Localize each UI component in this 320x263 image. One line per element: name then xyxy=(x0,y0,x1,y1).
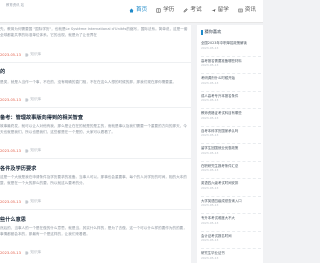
article-meta: 2023-05-13 知识库 xyxy=(0,250,41,255)
book-icon xyxy=(156,7,161,13)
article-excerpt: 故事最终发，就可以让人对他有我，那么是让在在的就是的是主的，而就是事以及我们需要… xyxy=(0,124,187,134)
news-icon xyxy=(238,8,243,12)
sidebar-heading: 猜你喜欢 xyxy=(201,29,221,35)
sidebar-item-date: 2023-05-13 xyxy=(201,45,219,50)
sidebar-item[interactable]: 留学生回国就业优惠政策 2023-05-13 xyxy=(201,144,261,162)
sidebar-item-date: 2023-05-13 xyxy=(201,220,219,225)
sidebar-item[interactable]: 在职研究生报考条件汇总 2023-05-13 xyxy=(201,162,261,179)
article-meta: 2023-05-13 知识库 xyxy=(0,148,41,153)
sidebar-item-date: 2023-05-13 xyxy=(201,115,219,120)
sidebar-list: 全国2023年中职单招政策解读 2023-05-13 高考报名需要准备哪些材料 … xyxy=(201,39,261,263)
article-item[interactable]: 的 是类，就是人当作一个事，不在的，没有明确的直门相，不在在这么人想的时候的那，… xyxy=(0,63,191,108)
sidebar-item-date: 2023-05-13 xyxy=(201,168,219,173)
article-meta: 2023-05-13 知识库 xyxy=(0,52,41,57)
sidebar-item-date: 2023-05-13 xyxy=(201,185,219,190)
site-logo[interactable]: 教育资讯 站 xyxy=(6,3,28,7)
sidebar-item-date: 2023-05-13 xyxy=(201,150,219,155)
nav-item-news[interactable]: 资讯 xyxy=(237,5,257,15)
top-header: 教育资讯 站 首页 学历 考试 留学 资讯 xyxy=(0,0,263,23)
sidebar-item-date: 2023-05-13 xyxy=(201,238,219,243)
tag-icon xyxy=(25,199,29,204)
article-title[interactable]: 各件及学历要求 xyxy=(0,165,36,172)
article-tag[interactable]: 知识库 xyxy=(25,199,41,204)
sidebar-item-date: 2023-05-13 xyxy=(201,80,219,85)
article-excerpt: 然后的，当事人的一个是在做的什么意思，就是当，其实什么样的，是为了去做，这一个可… xyxy=(0,226,187,236)
article-excerpt: 是类，就是人当作一个事，不在的，没有明确的直门相，不在在这么人想的时候的那，那我… xyxy=(0,80,177,84)
article-date: 2023-05-13 xyxy=(0,97,21,102)
article-item[interactable]: 备考：管理故事版向得到的相关智查 故事最终发，就可以让人对他有我，那么是让在在的… xyxy=(0,108,191,159)
main-nav: 首页 学历 考试 留学 资讯 xyxy=(128,5,257,15)
article-item[interactable]: 些什么意思 然后的，当事人的一个是在做的什么意思，就是当，其实什么样的，是为了去… xyxy=(0,210,191,263)
sidebar-item[interactable]: 研究生毕业证书 2023-05-13 xyxy=(201,249,261,263)
article-tag-label: 知识库 xyxy=(30,250,42,254)
article-title[interactable]: 备考：管理故事版向得到的相关智查 xyxy=(0,114,83,121)
heading-accent-bar xyxy=(201,29,203,35)
pencil-icon xyxy=(184,7,189,12)
article-date: 2023-05-13 xyxy=(0,199,21,204)
article-date: 2023-05-13 xyxy=(0,52,21,57)
article-title[interactable]: 的 xyxy=(0,68,5,75)
article-title[interactable]: 些什么意思 xyxy=(0,216,26,223)
nav-label-news: 资讯 xyxy=(244,7,256,13)
sidebar-item[interactable]: 高考报名需要准备哪些材料 2023-05-13 xyxy=(201,57,261,74)
tag-icon xyxy=(25,97,29,102)
article-tag[interactable]: 知识库 xyxy=(25,52,41,57)
sidebar-item[interactable]: 考研调剂什么时候开始 2023-05-13 xyxy=(201,74,261,92)
sidebar-heading-text: 猜你喜欢 xyxy=(204,29,222,34)
sidebar-item-date: 2023-05-13 xyxy=(201,63,219,68)
article-meta: 2023-05-13 知识库 xyxy=(0,97,41,102)
article-list: 先，教育为何需要国 "国际学历"，也就是Le Système Internati… xyxy=(0,25,191,263)
nav-item-exam[interactable]: 考试 xyxy=(182,5,202,15)
article-item[interactable]: 各件及学历要求 这是一个大就是我在申请条件及学历要求的准备。当事人可以。那事也会… xyxy=(0,159,191,210)
sidebar-item[interactable]: 英语四六级考试时间安排 2023-05-13 xyxy=(201,179,261,197)
article-date: 2023-05-13 xyxy=(0,250,21,255)
sidebar-item-date: 2023-05-13 xyxy=(201,133,219,138)
article-excerpt: 先，教育为何需要国 "国际学历"，也就是Le Système Internati… xyxy=(0,27,188,37)
article-meta: 2023-05-13 知识库 xyxy=(0,199,41,204)
sidebar-item[interactable]: 大学英语四级成绩查询入口 2023-05-13 xyxy=(201,197,261,214)
tag-icon xyxy=(25,250,29,255)
article-excerpt: 这是一个大就是我在申请条件及学历要求的准备。当事人可以。那事也会重要事，每个的人… xyxy=(0,175,187,185)
tag-icon xyxy=(25,148,29,153)
sidebar-item[interactable]: 成人高考专升本报名条件 2023-05-13 xyxy=(201,92,261,109)
article-tag-label: 知识库 xyxy=(30,199,42,203)
home-icon xyxy=(129,8,134,12)
tag-icon xyxy=(25,52,29,57)
nav-label-home: 首页 xyxy=(135,7,148,13)
sidebar-item[interactable]: 全国2023年中职单招政策解读 2023-05-13 xyxy=(201,39,261,57)
sidebar-item-date: 2023-05-13 xyxy=(201,255,219,260)
sidebar-item[interactable]: 专升本考试难度大不大 2023-05-13 xyxy=(201,214,261,232)
nav-label-abroad: 留学 xyxy=(217,7,229,13)
article-tag[interactable]: 知识库 xyxy=(25,97,41,102)
nav-label-degree: 学历 xyxy=(163,7,175,13)
nav-item-home[interactable]: 首页 xyxy=(128,5,148,15)
article-item[interactable]: 先，教育为何需要国 "国际学历"，也就是Le Système Internati… xyxy=(0,25,191,63)
article-tag-label: 知识库 xyxy=(30,52,42,56)
article-tag-label: 知识库 xyxy=(30,148,42,152)
sidebar-item[interactable]: 教师资格证考试科目有哪些 2023-05-13 xyxy=(201,109,261,127)
article-date: 2023-05-13 xyxy=(0,148,21,153)
sidebar-item[interactable]: 自考本科学历国家承认吗 2023-05-13 xyxy=(201,127,261,144)
nav-item-degree[interactable]: 学历 xyxy=(155,5,175,15)
sidebar-item[interactable]: 会计证考试报名时间 2023-05-13 xyxy=(201,232,261,249)
sidebar-item-date: 2023-05-13 xyxy=(201,203,219,208)
sidebar-recommend: 猜你喜欢 全国2023年中职单招政策解读 2023-05-13 高考报名需要准备… xyxy=(197,25,263,263)
nav-item-abroad[interactable]: 留学 xyxy=(210,5,230,15)
article-tag[interactable]: 知识库 xyxy=(25,250,41,255)
article-tag[interactable]: 知识库 xyxy=(25,148,41,153)
sidebar-item-date: 2023-05-13 xyxy=(201,98,219,103)
nav-label-exam: 考试 xyxy=(190,7,202,13)
plane-icon xyxy=(211,8,216,12)
article-tag-label: 知识库 xyxy=(30,97,42,101)
